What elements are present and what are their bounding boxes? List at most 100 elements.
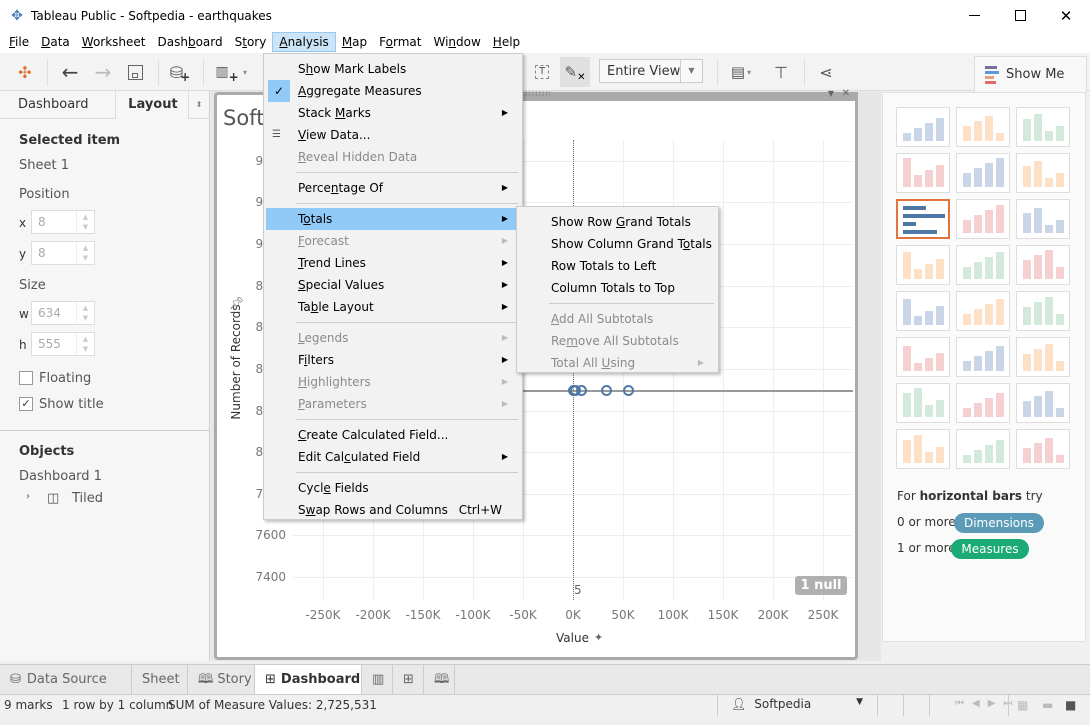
analysis-menu-edit-calculated-field[interactable]: Edit Calculated Field ▶ bbox=[266, 446, 520, 468]
chart-type-side-by-side-bars[interactable] bbox=[1016, 199, 1070, 239]
new-worksheet-icon[interactable]: ▥ + bbox=[214, 61, 240, 84]
show-filmstrip-icon[interactable]: ▦ bbox=[1017, 698, 1028, 712]
chart-type-discrete-lines[interactable] bbox=[956, 291, 1010, 331]
back-icon[interactable]: ← bbox=[58, 60, 82, 84]
chart-type-bullet-graph[interactable] bbox=[956, 429, 1010, 469]
chart-type-text-table[interactable] bbox=[896, 107, 950, 147]
show-title-checkbox[interactable]: ✓ bbox=[19, 397, 33, 411]
tab-story-1[interactable]: 🕮︎Story 1 bbox=[188, 665, 255, 717]
analysis-menu-cycle-fields[interactable]: Cycle Fields bbox=[266, 477, 520, 499]
analysis-menu-swap-rows-and-columns[interactable]: Swap Rows and Columns Ctrl+W bbox=[266, 499, 520, 521]
forward-icon[interactable]: → bbox=[91, 60, 115, 84]
chart-type-dual-combination[interactable] bbox=[1016, 337, 1070, 377]
totals-submenu-show-row-grand-totals[interactable]: Show Row Grand Totals bbox=[519, 211, 716, 233]
spin-arrows-icon[interactable]: ▲ ▼ bbox=[76, 333, 94, 355]
chart-type-pie-chart[interactable] bbox=[1016, 153, 1070, 193]
chart-type-stacked-bars[interactable] bbox=[956, 199, 1010, 239]
pin-icon[interactable]: ✦ bbox=[594, 631, 603, 644]
chart-type-area-discrete[interactable] bbox=[956, 337, 1010, 377]
analysis-menu-parameters[interactable]: Parameters ▶ bbox=[266, 393, 520, 415]
new-datasource-icon[interactable]: ⛁ + bbox=[169, 61, 191, 85]
text-object-icon[interactable]: T bbox=[533, 61, 551, 83]
analysis-menu-forecast[interactable]: Forecast ▶ bbox=[266, 230, 520, 252]
show-me-tab[interactable]: Show Me bbox=[974, 56, 1087, 92]
spin-arrows-icon[interactable]: ▲ ▼ bbox=[76, 211, 94, 233]
save-icon[interactable] bbox=[124, 61, 146, 83]
tab-dashboard-1[interactable]: ⊞Dashboard 1 bbox=[255, 665, 362, 717]
user-dropdown[interactable]: 👤︎ Softpedia ▼ bbox=[717, 695, 877, 716]
tab-data-source[interactable]: ⛁ Data Source bbox=[0, 665, 132, 695]
device-preview-icon[interactable]: ⊤ bbox=[770, 61, 792, 83]
menu-window[interactable]: Window bbox=[427, 32, 486, 52]
menu-data[interactable]: Data bbox=[35, 32, 76, 52]
new-worksheet-tab-button[interactable]: ▥ bbox=[362, 665, 393, 695]
spin-arrows-icon[interactable]: ▲ ▼ bbox=[76, 302, 94, 324]
null-indicator[interactable]: 1 null bbox=[795, 576, 847, 595]
analysis-menu-filters[interactable]: Filters ▶ bbox=[266, 349, 520, 371]
analysis-menu-trend-lines[interactable]: Trend Lines ▶ bbox=[266, 252, 520, 274]
totals-submenu-column-totals-to-top[interactable]: Column Totals to Top bbox=[519, 277, 716, 299]
y-axis-title[interactable]: Number of Records bbox=[229, 297, 243, 427]
totals-submenu-remove-all-subtotals[interactable]: Remove All Subtotals bbox=[519, 330, 716, 352]
chevron-right-icon[interactable]: › bbox=[26, 491, 30, 502]
chart-type-treemap[interactable] bbox=[896, 245, 950, 285]
analysis-menu-stack-marks[interactable]: Stack Marks ▶ bbox=[266, 102, 520, 124]
tab-scroll-icon[interactable]: ⬍ bbox=[189, 91, 209, 118]
chart-type-gantt-chart[interactable] bbox=[896, 429, 950, 469]
tableau-logo-icon[interactable]: ✣ bbox=[14, 61, 36, 83]
analysis-menu-totals[interactable]: Totals ▶ bbox=[266, 208, 520, 230]
chart-type-area-continuous[interactable] bbox=[896, 337, 950, 377]
data-point[interactable] bbox=[601, 384, 612, 396]
zone-close-icon[interactable]: ✕ bbox=[842, 88, 850, 99]
chart-type-highlight-table[interactable] bbox=[1016, 107, 1070, 147]
analysis-menu-table-layout[interactable]: Table Layout ▶ bbox=[266, 296, 520, 318]
menu-analysis[interactable]: Analysis bbox=[272, 32, 336, 52]
objects-root[interactable]: Dashboard 1 bbox=[19, 469, 102, 484]
chart-type-symbol-map[interactable] bbox=[896, 153, 950, 193]
spin-arrows-icon[interactable]: ▲ ▼ bbox=[76, 242, 94, 264]
maximize-button[interactable] bbox=[997, 0, 1043, 31]
pin-icon[interactable]: 📌︎ bbox=[229, 296, 244, 310]
chart-type-box-and-whisker[interactable] bbox=[1016, 383, 1070, 423]
menu-worksheet[interactable]: Worksheet bbox=[76, 32, 152, 52]
data-point[interactable] bbox=[576, 384, 587, 396]
chart-type-horizontal-bars[interactable] bbox=[896, 199, 950, 239]
x-axis-title[interactable]: Value bbox=[556, 631, 589, 645]
chart-type-histogram[interactable] bbox=[956, 383, 1010, 423]
show-sheet-sorter-icon[interactable]: ■ bbox=[1065, 698, 1076, 712]
sheet-navigation-icons[interactable]: ⏮◀▶⏭ bbox=[955, 698, 1020, 709]
fit-dropdown[interactable]: Entire View ▼ bbox=[599, 59, 703, 83]
totals-submenu-add-all-subtotals[interactable]: Add All Subtotals bbox=[519, 308, 716, 330]
tab-layout[interactable]: Layout bbox=[115, 91, 190, 119]
new-story-tab-button[interactable]: 🕮︎ bbox=[424, 665, 455, 695]
analysis-menu-reveal-hidden-data[interactable]: Reveal Hidden Data bbox=[266, 146, 520, 168]
totals-submenu-total-all-using[interactable]: Total All Using ▶ bbox=[519, 352, 716, 374]
chart-type-packed-bubbles[interactable] bbox=[1016, 429, 1070, 469]
chart-type-continuous-lines[interactable] bbox=[896, 291, 950, 331]
chart-type-dual-lines[interactable] bbox=[1016, 291, 1070, 331]
menu-story[interactable]: Story bbox=[229, 32, 273, 52]
new-dashboard-tab-button[interactable]: ⊞ bbox=[393, 665, 424, 695]
chart-type-side-by-side-circles[interactable] bbox=[1016, 245, 1070, 285]
chart-type-heat-map[interactable] bbox=[956, 107, 1010, 147]
menu-map[interactable]: Map bbox=[336, 32, 373, 52]
analysis-menu-aggregate-measures[interactable]: Aggregate Measures ✓ bbox=[266, 80, 520, 102]
chart-type-circle-views[interactable] bbox=[956, 245, 1010, 285]
floating-checkbox[interactable] bbox=[19, 371, 33, 385]
height-input[interactable]: 555 ▲ ▼ bbox=[31, 332, 95, 356]
analysis-menu-view-data[interactable]: View Data... ☰ bbox=[266, 124, 520, 146]
totals-submenu-row-totals-to-left[interactable]: Row Totals to Left bbox=[519, 255, 716, 277]
tab-dashboard[interactable]: Dashboard bbox=[0, 91, 115, 119]
zone-menu-icon[interactable]: ▼ bbox=[828, 89, 834, 98]
share-icon[interactable]: ⋖ bbox=[815, 61, 837, 83]
pin-clear-icon[interactable]: ✎ ✕ bbox=[560, 57, 590, 87]
chart-type-scatter-plot[interactable] bbox=[896, 383, 950, 423]
analysis-menu-create-calculated-field[interactable]: Create Calculated Field... bbox=[266, 424, 520, 446]
presentation-icon[interactable]: ▤ ▾ bbox=[729, 61, 753, 83]
x-position-input[interactable]: 8 ▲ ▼ bbox=[31, 210, 95, 234]
width-input[interactable]: 634 ▲ ▼ bbox=[31, 301, 95, 325]
totals-submenu-show-column-grand-totals[interactable]: Show Column Grand Totals bbox=[519, 233, 716, 255]
analysis-menu-legends[interactable]: Legends ▶ bbox=[266, 327, 520, 349]
analysis-menu-show-mark-labels[interactable]: Show Mark Labels bbox=[266, 58, 520, 80]
objects-child-tiled[interactable]: Tiled bbox=[72, 491, 103, 506]
